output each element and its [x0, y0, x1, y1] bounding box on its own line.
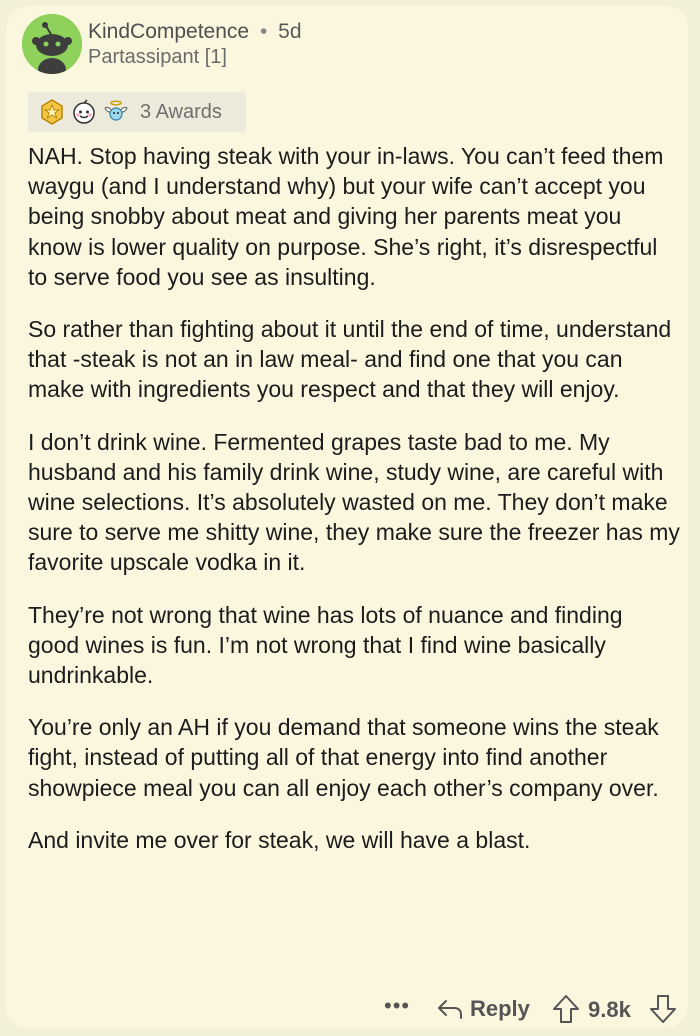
awards-count: 3 Awards: [140, 100, 222, 123]
reply-arrow-icon: [438, 1000, 462, 1019]
downvote-arrow-icon: [650, 995, 676, 1023]
comment-paragraph: So rather than fighting about it until t…: [28, 316, 672, 403]
comment-body: NAH. Stop having steak with your in-laws…: [28, 141, 680, 877]
vote-score: 9.8k: [588, 997, 631, 1022]
comment-age: 5d: [278, 20, 302, 43]
username[interactable]: KindCompetence: [88, 20, 249, 43]
comment-card: KindCompetence • 5d Partassipant [1] 3 A…: [6, 6, 688, 1028]
reply-button[interactable]: Reply: [436, 991, 530, 1027]
reply-label: Reply: [470, 996, 530, 1021]
user-avatar[interactable]: [22, 14, 82, 74]
comment-paragraph: They’re not wrong that wine has lots of …: [28, 601, 623, 689]
upvote-arrow-icon: [553, 995, 579, 1023]
comment-paragraph: And invite me over for steak, we will ha…: [28, 826, 531, 853]
awards-bar[interactable]: 3 Awards: [28, 92, 246, 132]
gold-star-award-icon: [38, 98, 66, 126]
snoo-avatar-icon: [22, 14, 82, 74]
comment-actions: ••• Reply 9.8k: [6, 991, 688, 1031]
user-flair: Partassipant [1]: [88, 46, 227, 68]
downvote-button[interactable]: [648, 993, 678, 1025]
wholesome-seal-award-icon: [70, 98, 98, 126]
comment-paragraph: NAH. Stop having steak with your in-laws…: [28, 143, 664, 290]
comment-paragraph: You’re only an AH if you demand that som…: [28, 714, 659, 801]
angel-wings-award-icon: [102, 98, 130, 126]
more-options-button[interactable]: •••: [384, 993, 410, 1019]
comment-paragraph: I don’t drink wine. Fermented grapes tas…: [28, 428, 680, 576]
meta-separator: •: [259, 20, 268, 43]
upvote-button[interactable]: [551, 993, 581, 1025]
comment-header: KindCompetence • 5d: [88, 20, 302, 44]
